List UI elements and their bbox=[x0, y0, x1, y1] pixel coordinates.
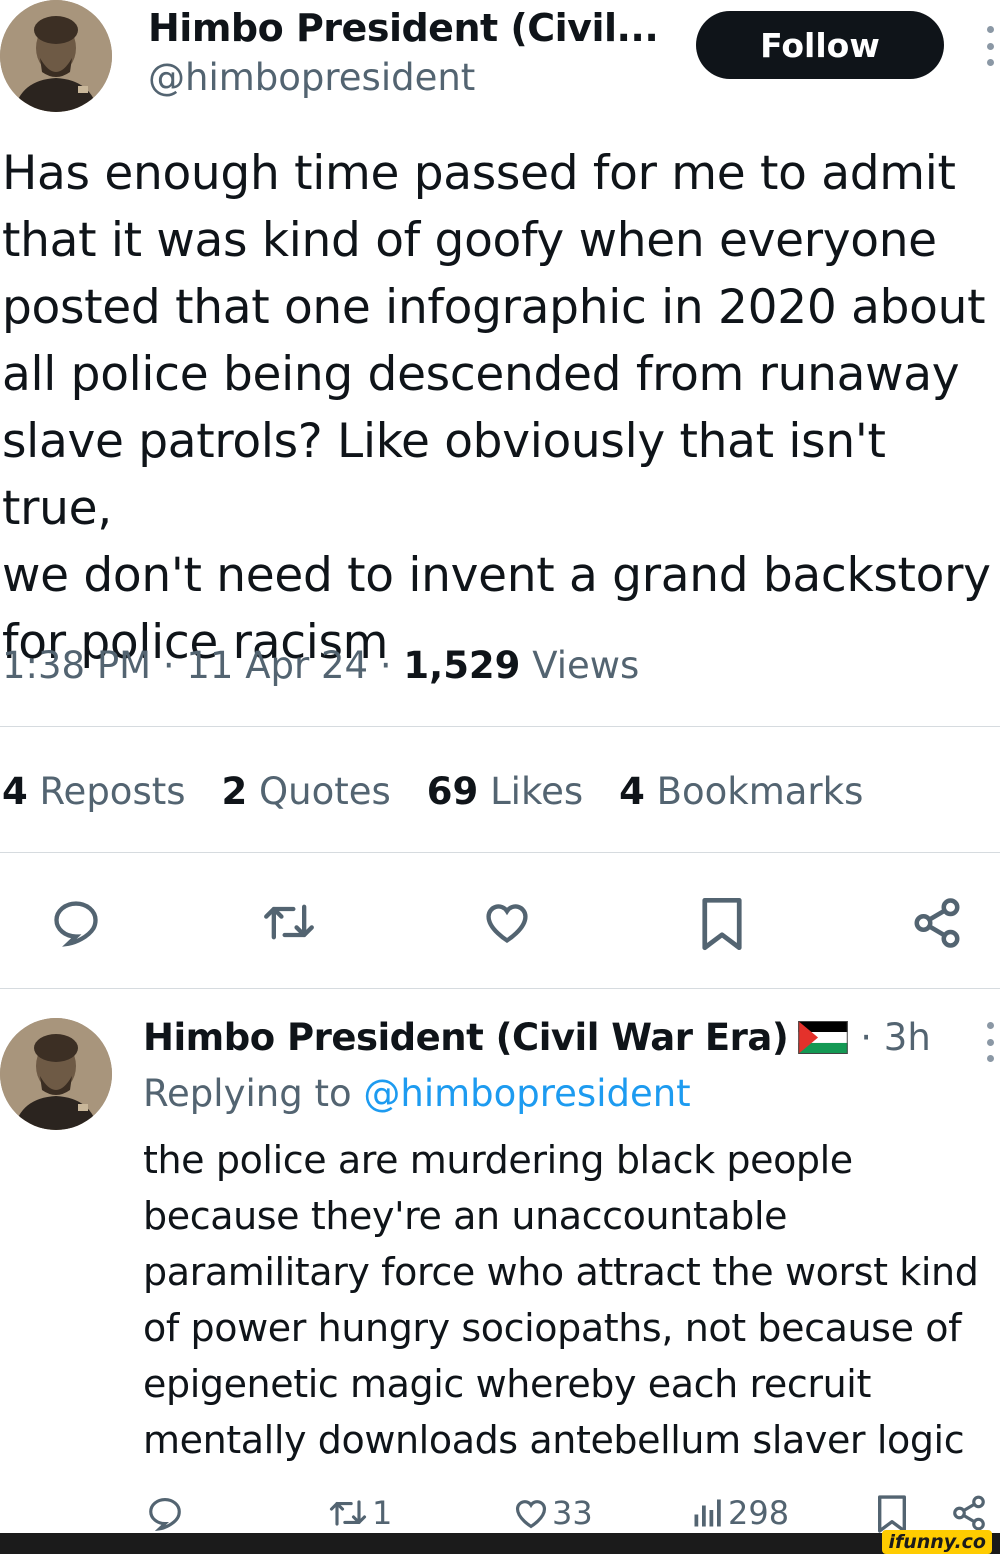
reply-icon[interactable] bbox=[50, 896, 102, 948]
watermark-bar bbox=[0, 1533, 1000, 1554]
reposts-stat[interactable]: 4 Reposts bbox=[2, 770, 186, 813]
reply-header: Himbo President (Civil War Era) · 3h bbox=[143, 1016, 931, 1059]
tweet-meta: 1:38 PM · 11 Apr 24 · 1,529 Views bbox=[2, 644, 639, 687]
reply-author-name[interactable]: Himbo President (Civil War Era) bbox=[143, 1016, 789, 1059]
more-options-icon[interactable] bbox=[980, 26, 1000, 66]
views-count: 1,529 bbox=[403, 644, 521, 687]
reply-author-avatar[interactable] bbox=[0, 1018, 112, 1130]
reply-share-button[interactable] bbox=[950, 1494, 988, 1532]
reply-like-count: 33 bbox=[552, 1494, 593, 1532]
portrait-image bbox=[0, 1018, 112, 1130]
share-icon bbox=[953, 1495, 985, 1531]
replying-mention-link[interactable]: @himbopresident bbox=[363, 1072, 690, 1115]
bookmark-icon[interactable] bbox=[700, 896, 744, 952]
author-avatar[interactable] bbox=[0, 0, 112, 112]
likes-stat[interactable]: 69 Likes bbox=[427, 770, 583, 813]
meta-separator: · bbox=[379, 644, 392, 687]
tweet-date[interactable]: 11 Apr 24 bbox=[186, 644, 368, 687]
reply-time[interactable]: · 3h bbox=[860, 1016, 931, 1059]
like-icon bbox=[515, 1500, 547, 1529]
views-label: Views bbox=[532, 644, 640, 687]
palestine-flag-icon bbox=[798, 1021, 848, 1054]
divider bbox=[0, 726, 1000, 727]
more-options-icon[interactable] bbox=[980, 1022, 1000, 1062]
like-icon[interactable] bbox=[480, 896, 534, 948]
reply-bookmark-button[interactable] bbox=[876, 1494, 908, 1534]
tweet-text: Has enough time passed for me to admit t… bbox=[2, 146, 991, 670]
bookmarks-stat[interactable]: 4 Bookmarks bbox=[619, 770, 863, 813]
author-name[interactable]: Himbo President (Civil... bbox=[148, 6, 659, 50]
views-icon bbox=[694, 1499, 721, 1527]
repost-icon[interactable] bbox=[258, 896, 320, 948]
engagement-stats: 4 Reposts 2 Quotes 69 Likes 4 Bookmarks bbox=[2, 770, 863, 813]
reply-views-count: 298 bbox=[728, 1494, 790, 1532]
meta-separator: · bbox=[162, 644, 175, 687]
portrait-image bbox=[0, 0, 112, 112]
reply-like-button[interactable]: 33 bbox=[512, 1494, 593, 1532]
divider bbox=[0, 852, 1000, 853]
tweet-time[interactable]: 1:38 PM bbox=[2, 644, 151, 687]
reply-reply-button[interactable] bbox=[146, 1494, 184, 1532]
replying-to: Replying to @himbopresident bbox=[143, 1072, 691, 1115]
quotes-stat[interactable]: 2 Quotes bbox=[222, 770, 391, 813]
ifunny-watermark: ifunny.co bbox=[882, 1530, 992, 1554]
reply-repost-count: 1 bbox=[372, 1494, 393, 1532]
author-handle[interactable]: @himbopresident bbox=[148, 56, 475, 99]
reply-text: the police are murdering black people be… bbox=[143, 1138, 979, 1462]
follow-button[interactable]: Follow bbox=[696, 11, 944, 79]
reply-icon bbox=[149, 1497, 181, 1532]
divider bbox=[0, 988, 1000, 989]
share-icon[interactable] bbox=[910, 896, 964, 950]
repost-icon bbox=[329, 1500, 367, 1526]
reply-repost-button[interactable]: 1 bbox=[326, 1494, 392, 1532]
reply-views-button[interactable]: 298 bbox=[690, 1494, 789, 1532]
bookmark-icon bbox=[878, 1495, 907, 1533]
replying-prefix: Replying to bbox=[143, 1072, 352, 1115]
